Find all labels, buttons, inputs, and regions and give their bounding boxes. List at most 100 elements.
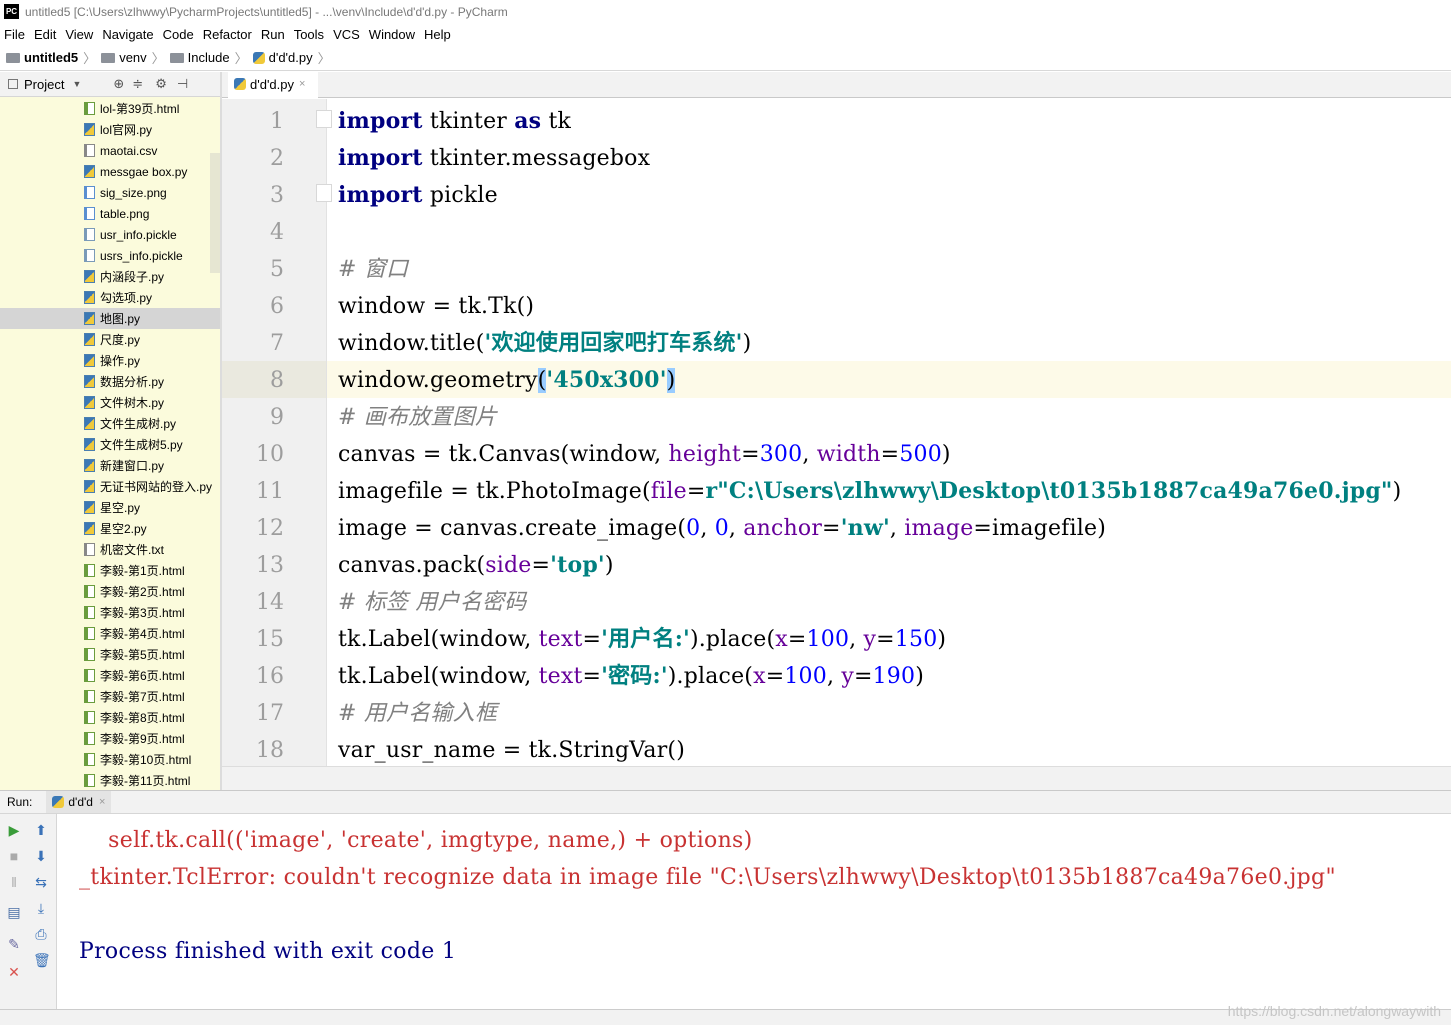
project-tree: lol-第39页.html lol官网.py maotai.csv messgae b… — [0, 97, 220, 790]
project-toolbar: Project ▼ ⊕ ≑ ⚙ ⊣ — [0, 72, 222, 97]
fold-marker-icon[interactable] — [316, 184, 332, 202]
menu-navigate[interactable]: Navigate — [102, 27, 153, 42]
menu-tools[interactable]: Tools — [294, 27, 324, 42]
chevron-down-icon[interactable]: ▼ — [72, 79, 81, 89]
file-tree-item-label: 李毅-第1页.html — [100, 564, 185, 578]
scroll-to-end-icon[interactable]: ⤓ — [33, 900, 49, 916]
code-line-11: imagefile = tk.PhotoImage(file=r"C:\User… — [338, 478, 1402, 504]
file-tree-item[interactable]: 李毅-第8页.html — [0, 707, 220, 728]
line-number: 4 — [270, 220, 284, 245]
window-title: untitled5 [C:\Users\zlhwwy\PycharmProjec… — [25, 4, 508, 19]
breadcrumb-venv[interactable]: venv — [101, 50, 147, 65]
pycharm-logo-icon: PC — [4, 4, 19, 19]
breadcrumb: untitled5 〉 venv 〉 Include 〉 d'd'd.py 〉 — [0, 45, 1451, 71]
file-tree-item[interactable]: 新建窗口.py — [0, 455, 220, 476]
py-file-icon — [84, 501, 95, 514]
line-number: 10 — [256, 442, 284, 467]
code-line-7: window.title('欢迎使用回家吧打车系统') — [338, 330, 752, 356]
file-tree-item[interactable]: 星空.py — [0, 497, 220, 518]
file-tree-item[interactable]: table.png — [0, 203, 220, 224]
py-file-icon — [84, 270, 95, 283]
file-tree-item[interactable]: usr_info.pickle — [0, 224, 220, 245]
file-tree-item[interactable]: 文件生成树.py — [0, 413, 220, 434]
rerun-icon[interactable]: ▶ — [6, 822, 22, 838]
breadcrumb-file[interactable]: d'd'd.py — [252, 50, 313, 65]
file-tree-item[interactable]: 星空2.py — [0, 518, 220, 539]
file-tree-item[interactable]: 无证书网站的登入.py — [0, 476, 220, 497]
file-tree-item[interactable]: usrs_info.pickle — [0, 245, 220, 266]
py-file-icon — [84, 459, 95, 472]
code-line-3: import pickle — [338, 182, 498, 208]
file-tree-item[interactable]: 操作.py — [0, 350, 220, 371]
file-tree-item[interactable]: 李毅-第2页.html — [0, 581, 220, 602]
file-tree-item[interactable]: 勾选项.py — [0, 287, 220, 308]
breadcrumb-project[interactable]: untitled5 — [6, 50, 78, 65]
file-tree-item[interactable]: 李毅-第5页.html — [0, 644, 220, 665]
line-number: 8 — [270, 368, 284, 393]
fold-marker-icon[interactable] — [316, 110, 332, 128]
file-tree-item[interactable]: 地图.py — [0, 308, 220, 329]
run-tab-ddd[interactable]: d'd'd × — [46, 791, 112, 813]
file-tree-item-label: lol官网.py — [100, 123, 153, 137]
stop-icon[interactable]: ■ — [6, 848, 22, 864]
restore-layout-icon[interactable]: ▤ — [6, 904, 22, 920]
file-tree-item[interactable]: lol官网.py — [0, 119, 220, 140]
file-tree-item[interactable]: 李毅-第3页.html — [0, 602, 220, 623]
menu-edit[interactable]: Edit — [34, 27, 56, 42]
arrow-up-icon[interactable]: ⬆ — [33, 822, 49, 838]
arrow-down-icon[interactable]: ⬇ — [33, 848, 49, 864]
py-file-icon — [84, 333, 95, 346]
menu-file[interactable]: File — [4, 27, 25, 42]
tab-ddd-py[interactable]: d'd'd.py × — [228, 72, 318, 98]
py-file-icon — [84, 480, 95, 493]
menu-view[interactable]: View — [65, 27, 93, 42]
file-tree-item[interactable]: sig_size.png — [0, 182, 220, 203]
file-tree-item[interactable]: 李毅-第4页.html — [0, 623, 220, 644]
menu-vcs[interactable]: VCS — [333, 27, 360, 42]
console-error-line: _tkinter.TclError: couldn't recognize da… — [79, 865, 1336, 890]
line-number: 1 — [270, 109, 284, 134]
file-tree-item[interactable]: 李毅-第9页.html — [0, 728, 220, 749]
code-editor[interactable]: 1 2 3 4 5 6 7 8 9 10 11 12 13 14 15 16 17 18 import tkint… — [222, 99, 1451, 766]
file-tree-item[interactable]: 尺度.py — [0, 329, 220, 350]
menu-refactor[interactable]: Refactor — [203, 27, 252, 42]
hide-panel-icon[interactable]: ⊣ — [177, 76, 188, 92]
code-line-8: window.geometry('450x300') — [338, 367, 676, 393]
console-output[interactable]: self.tk.call(('image', 'create', imgtype… — [57, 814, 1451, 1009]
gear-icon[interactable]: ⚙ — [155, 76, 167, 92]
file-tree-item[interactable]: 文件生成树5.py — [0, 434, 220, 455]
editor-horizontal-scrollbar[interactable] — [222, 766, 1451, 790]
pin-icon[interactable]: ✎ — [6, 936, 22, 952]
file-tree-item[interactable]: 李毅-第10页.html — [0, 749, 220, 770]
menu-window[interactable]: Window — [369, 27, 415, 42]
close-icon[interactable]: × — [99, 796, 105, 808]
pause-icon[interactable]: ‖ — [6, 874, 22, 890]
txt-file-icon — [84, 543, 95, 556]
file-tree-item-label: 文件生成树.py — [100, 417, 177, 431]
file-tree-item[interactable]: 李毅-第6页.html — [0, 665, 220, 686]
file-tree-item[interactable]: lol-第39页.html — [0, 98, 220, 119]
close-run-icon[interactable]: ✕ — [6, 964, 22, 980]
file-tree-item[interactable]: messgae box.py — [0, 161, 220, 182]
menu-code[interactable]: Code — [163, 27, 194, 42]
print-icon[interactable]: ⎙ — [33, 926, 49, 942]
file-tree-item[interactable]: 李毅-第11页.html — [0, 770, 220, 790]
menu-run[interactable]: Run — [261, 27, 285, 42]
project-view-selector[interactable]: Project — [24, 77, 64, 92]
file-tree-item[interactable]: 李毅-第7页.html — [0, 686, 220, 707]
breadcrumb-include[interactable]: Include — [169, 50, 230, 65]
soft-wrap-icon[interactable]: ⇆ — [33, 874, 49, 890]
file-tree-item[interactable]: maotai.csv — [0, 140, 220, 161]
menu-help[interactable]: Help — [424, 27, 451, 42]
close-icon[interactable]: × — [299, 78, 305, 90]
file-tree-item[interactable]: 内涵段子.py — [0, 266, 220, 287]
trash-icon[interactable]: 🗑 — [33, 952, 51, 968]
file-tree-item-label: lol-第39页.html — [100, 102, 180, 116]
file-tree-item[interactable]: 数据分析.py — [0, 371, 220, 392]
file-tree-item[interactable]: 文件树木.py — [0, 392, 220, 413]
file-tree-item[interactable]: 李毅-第1页.html — [0, 560, 220, 581]
collapse-all-icon[interactable]: ≑ — [132, 76, 143, 92]
locate-icon[interactable]: ⊕ — [113, 76, 124, 92]
file-tree-item[interactable]: 机密文件.txt — [0, 539, 220, 560]
console-line: self.tk.call(('image', 'create', imgtype… — [79, 828, 753, 853]
